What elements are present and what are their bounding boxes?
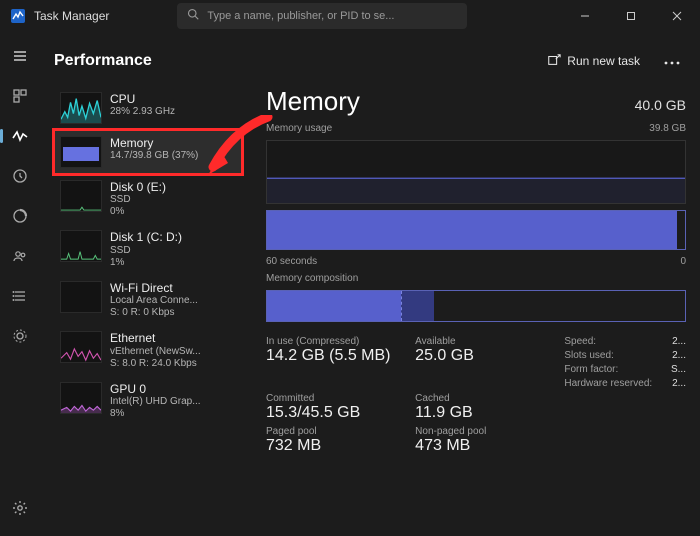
form-value: S... <box>671 364 686 375</box>
details-icon[interactable] <box>8 284 32 308</box>
sidebar-item-sub2: S: 8.0 R: 24.0 Kbps <box>110 358 201 370</box>
perf-item-ethernet[interactable]: Ethernet vEthernet (NewSw... S: 8.0 R: 2… <box>54 325 244 375</box>
memory-usage-chart[interactable] <box>266 140 686 204</box>
sidebar-item-sub: vEthernet (NewSw... <box>110 346 201 358</box>
usage-right: 39.8 GB <box>649 123 686 134</box>
close-button[interactable] <box>654 0 700 32</box>
speed-value: 2... <box>672 336 686 347</box>
main-panel: Memory 40.0 GB Memory usage 39.8 GB <box>256 86 686 526</box>
hw-value: 2... <box>672 378 686 389</box>
thumb-wifi <box>60 281 102 313</box>
performance-list: CPU 28% 2.93 GHz Memory 14.7/39.8 GB (37… <box>54 86 244 526</box>
in-use-value: 14.2 GB (5.5 MB) <box>266 347 401 365</box>
paged-label: Paged pool <box>266 426 401 437</box>
performance-icon[interactable] <box>8 124 32 148</box>
nav-rail <box>0 32 40 536</box>
app-title: Task Manager <box>34 9 109 23</box>
search-input[interactable] <box>207 10 457 22</box>
run-new-task-icon <box>547 53 561 70</box>
committed-label: Committed <box>266 393 401 404</box>
timeline-right: 0 <box>680 256 686 267</box>
maximize-button[interactable] <box>608 0 654 32</box>
cached-value: 11.9 GB <box>415 404 550 422</box>
memory-composition-chart[interactable] <box>266 290 686 322</box>
minimize-button[interactable] <box>562 0 608 32</box>
slots-value: 2... <box>672 350 686 361</box>
composition-label: Memory composition <box>266 273 358 284</box>
users-icon[interactable] <box>8 244 32 268</box>
thumb-memory <box>60 136 102 168</box>
cached-label: Cached <box>415 393 550 404</box>
settings-icon[interactable] <box>8 496 32 520</box>
sidebar-item-sub: Intel(R) UHD Grap... <box>110 396 201 408</box>
window-controls <box>562 0 700 32</box>
content-area: Performance Run new task <box>40 32 700 536</box>
available-value: 25.0 GB <box>415 347 550 365</box>
sidebar-item-label: Ethernet <box>110 331 201 345</box>
processes-icon[interactable] <box>8 84 32 108</box>
app-icon <box>10 8 26 24</box>
search-icon <box>187 7 199 25</box>
sidebar-item-sub: 14.7/39.8 GB (37%) <box>110 150 198 162</box>
sidebar-item-sub2: 1% <box>110 257 182 269</box>
thumb-disk0 <box>60 180 102 212</box>
perf-item-disk1[interactable]: Disk 1 (C: D:) SSD 1% <box>54 224 244 274</box>
sidebar-item-sub2: 0% <box>110 206 166 218</box>
nonpaged-label: Non-paged pool <box>415 426 550 437</box>
sidebar-item-sub: 28% 2.93 GHz <box>110 106 175 118</box>
sidebar-item-sub2: 8% <box>110 408 201 420</box>
sidebar-item-label: Wi-Fi Direct <box>110 281 198 295</box>
perf-item-cpu[interactable]: CPU 28% 2.93 GHz <box>54 86 244 130</box>
run-new-task-button[interactable]: Run new task <box>539 49 648 74</box>
memory-total: 40.0 GB <box>635 97 686 113</box>
thumb-gpu0 <box>60 382 102 414</box>
usage-label: Memory usage <box>266 123 332 134</box>
memory-usage-bar <box>266 210 686 250</box>
speed-label: Speed: <box>564 336 596 347</box>
perf-item-wifi[interactable]: Wi-Fi Direct Local Area Conne... S: 0 R:… <box>54 275 244 325</box>
sidebar-item-sub: SSD <box>110 245 182 257</box>
paged-value: 732 MB <box>266 437 401 455</box>
services-icon[interactable] <box>8 324 32 348</box>
in-use-label: In use (Compressed) <box>266 336 401 347</box>
page-title: Performance <box>54 52 529 70</box>
search-box[interactable] <box>177 3 467 29</box>
app-history-icon[interactable] <box>8 164 32 188</box>
sidebar-item-sub2: S: 0 R: 0 Kbps <box>110 307 198 319</box>
sidebar-item-label: Memory <box>110 136 198 150</box>
title-bar: Task Manager <box>0 0 700 32</box>
sidebar-item-sub: SSD <box>110 194 166 206</box>
thumb-ethernet <box>60 331 102 363</box>
nonpaged-value: 473 MB <box>415 437 550 455</box>
hw-label: Hardware reserved: <box>564 378 652 389</box>
more-button[interactable] <box>658 48 686 74</box>
thumb-disk1 <box>60 230 102 262</box>
sidebar-item-label: Disk 1 (C: D:) <box>110 230 182 244</box>
perf-item-disk0[interactable]: Disk 0 (E:) SSD 0% <box>54 174 244 224</box>
available-label: Available <box>415 336 550 347</box>
slots-label: Slots used: <box>564 350 613 361</box>
committed-value: 15.3/45.5 GB <box>266 404 401 422</box>
perf-item-memory[interactable]: Memory 14.7/39.8 GB (37%) <box>54 130 244 174</box>
thumb-cpu <box>60 92 102 124</box>
form-label: Form factor: <box>564 364 618 375</box>
run-new-task-label: Run new task <box>567 54 640 68</box>
sidebar-item-sub: Local Area Conne... <box>110 295 198 307</box>
timeline-left: 60 seconds <box>266 256 317 267</box>
sidebar-item-label: GPU 0 <box>110 382 201 396</box>
hamburger-icon[interactable] <box>8 44 32 68</box>
main-title: Memory <box>266 86 635 117</box>
startup-apps-icon[interactable] <box>8 204 32 228</box>
sidebar-item-label: CPU <box>110 92 175 106</box>
sidebar-item-label: Disk 0 (E:) <box>110 180 166 194</box>
perf-item-gpu0[interactable]: GPU 0 Intel(R) UHD Grap... 8% <box>54 376 244 426</box>
